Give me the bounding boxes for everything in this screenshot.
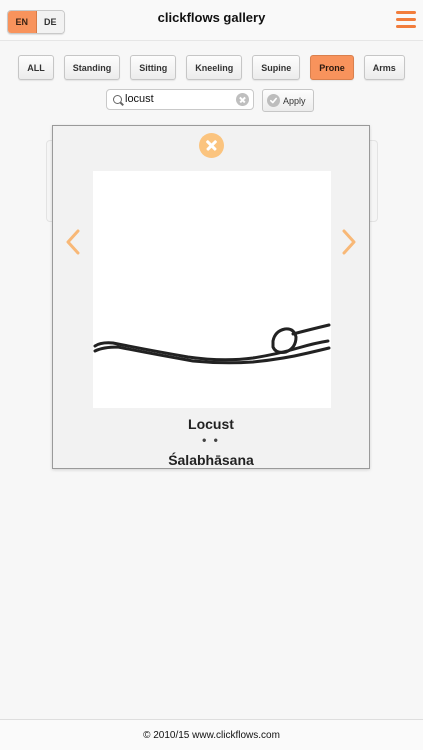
filter-all-button[interactable]: ALL: [18, 55, 54, 80]
apply-button[interactable]: Apply: [262, 89, 314, 112]
filter-prone-button[interactable]: Prone: [310, 55, 354, 80]
filter-arms-button[interactable]: Arms: [363, 55, 405, 80]
apply-button-label: Apply: [283, 95, 306, 106]
footer: © 2010/15 www.clickflows.com: [0, 719, 423, 750]
pose-detail-modal: Locust • • Śalabhāsana: [52, 125, 370, 469]
name-separator: • •: [202, 433, 220, 447]
filter-standing-button[interactable]: Standing: [63, 55, 121, 80]
app-header: EN DE clickflows gallery: [0, 0, 423, 41]
clear-search-icon[interactable]: [236, 93, 249, 106]
checkmark-icon: [267, 94, 280, 107]
filter-kneeling-button[interactable]: Kneeling: [186, 55, 243, 80]
hamburger-menu-icon[interactable]: [396, 11, 416, 29]
chevron-right-icon[interactable]: [340, 228, 358, 256]
close-icon[interactable]: [199, 133, 224, 158]
pose-illustration: [93, 171, 331, 408]
page-title: clickflows gallery: [157, 10, 266, 25]
filter-sitting-button[interactable]: Sitting: [130, 55, 177, 80]
search-input[interactable]: locust: [106, 89, 254, 110]
copyright-text: © 2010/15 www.clickflows.com: [143, 729, 280, 741]
pose-sanskrit-name: Śalabhāsana: [168, 452, 254, 468]
pose-name: Locust: [188, 416, 234, 432]
search-input-value: locust: [125, 93, 154, 105]
category-filter-bar: ALL Standing Sitting Kneeling Supine Pro…: [0, 55, 423, 80]
chevron-left-icon[interactable]: [64, 228, 82, 256]
filter-supine-button[interactable]: Supine: [252, 55, 301, 80]
locust-pose-drawing: [93, 323, 331, 365]
search-icon: [113, 95, 122, 104]
